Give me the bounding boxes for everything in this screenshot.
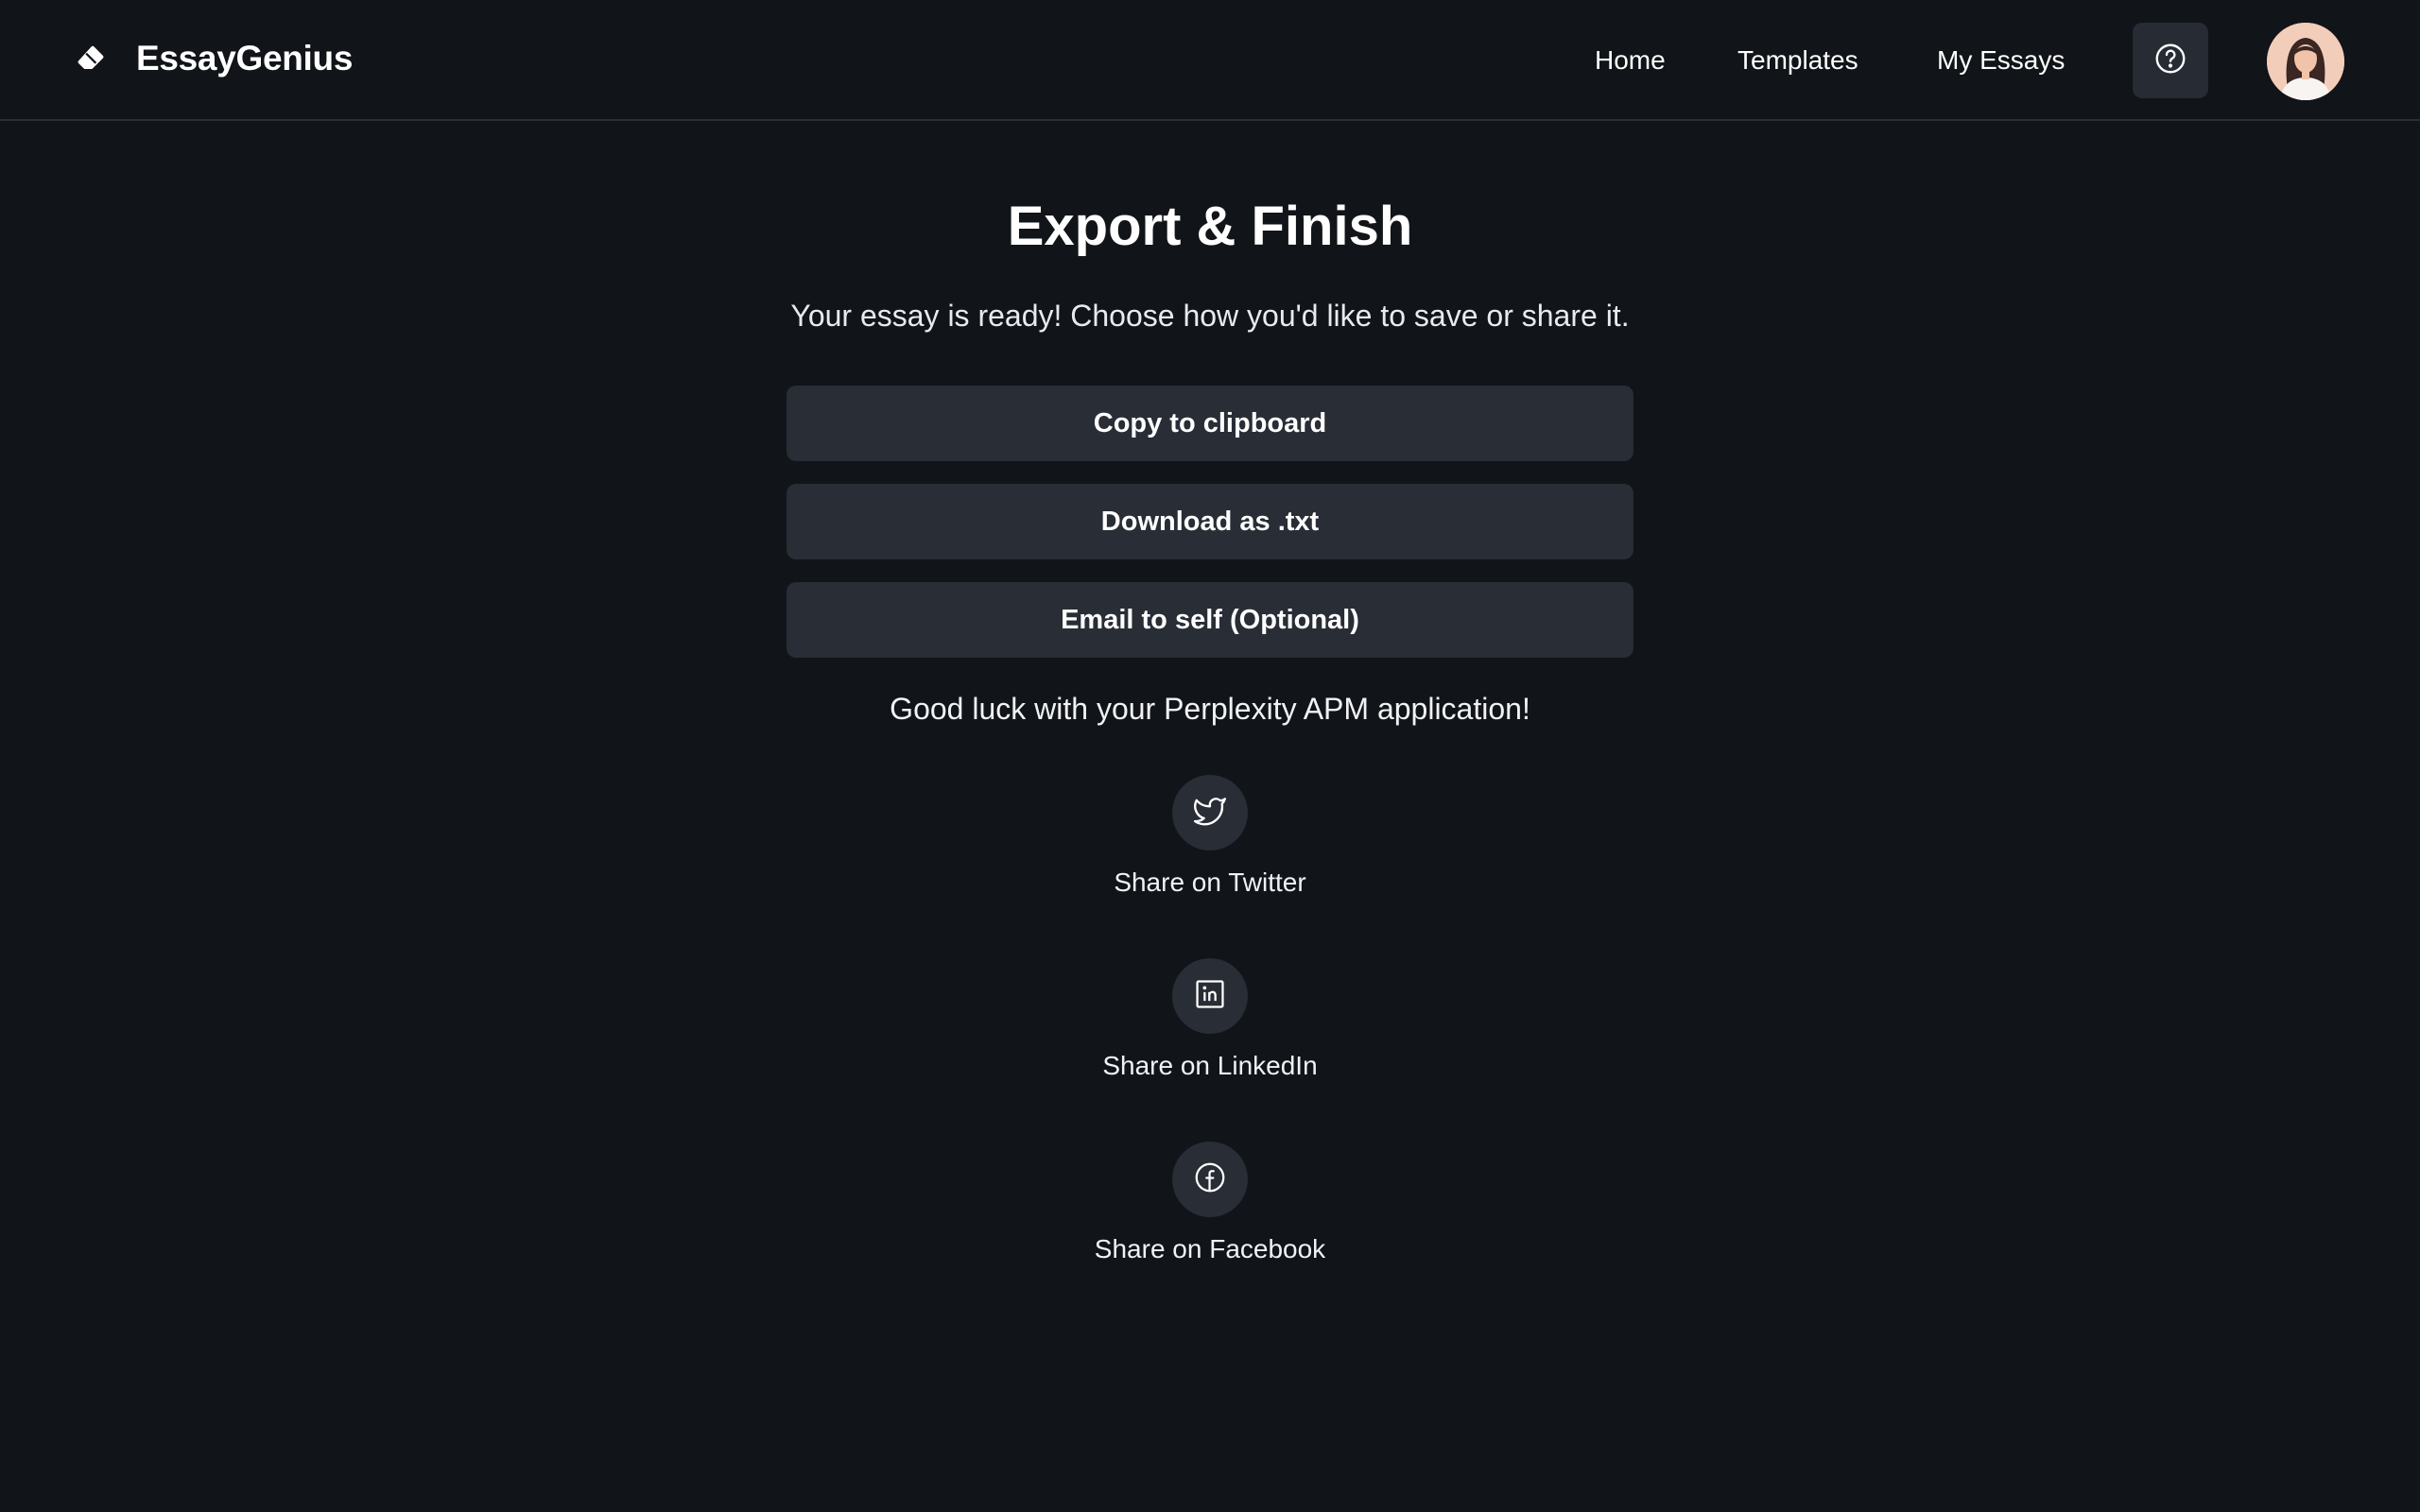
eraser-icon: [74, 42, 108, 76]
good-luck-message: Good luck with your Perplexity APM appli…: [890, 692, 1530, 726]
copy-to-clipboard-button[interactable]: Copy to clipboard: [786, 386, 1634, 461]
linkedin-icon: [1194, 978, 1226, 1015]
top-nav-bar: EssayGenius Home Templates My Essays: [0, 0, 2420, 121]
share-linkedin-button[interactable]: Share on LinkedIn: [926, 958, 1494, 1081]
nav-link-home[interactable]: Home: [1595, 36, 1666, 85]
share-linkedin-label: Share on LinkedIn: [1102, 1051, 1318, 1080]
share-facebook-button[interactable]: Share on Facebook: [926, 1142, 1494, 1264]
email-to-self-button[interactable]: Email to self (Optional): [786, 582, 1634, 658]
share-facebook-label: Share on Facebook: [1094, 1234, 1326, 1263]
question-circle-icon: [2153, 42, 2187, 80]
nav-link-templates[interactable]: Templates: [1737, 36, 1858, 85]
nav-link-my-essays[interactable]: My Essays: [1937, 36, 2065, 85]
download-txt-button[interactable]: Download as .txt: [786, 484, 1634, 559]
brand-name: EssayGenius: [136, 39, 354, 77]
user-avatar[interactable]: [2267, 23, 2344, 100]
brand[interactable]: EssayGenius: [74, 34, 353, 83]
linkedin-icon-circle: [1172, 958, 1248, 1034]
twitter-icon: [1192, 793, 1228, 833]
page-subtitle: Your essay is ready! Choose how you'd li…: [790, 299, 1630, 333]
facebook-icon-circle: [1172, 1142, 1248, 1217]
page-title: Export & Finish: [1007, 196, 1413, 257]
help-button[interactable]: [2133, 23, 2208, 98]
share-twitter-label: Share on Twitter: [1114, 868, 1306, 897]
facebook-icon: [1193, 1160, 1227, 1199]
share-twitter-button[interactable]: Share on Twitter: [926, 775, 1494, 898]
twitter-icon-circle: [1172, 775, 1248, 850]
